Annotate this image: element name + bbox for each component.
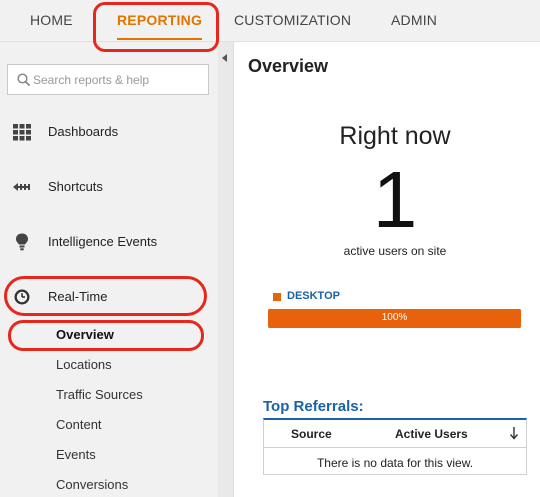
clock-icon [14, 289, 30, 305]
active-users-label: active users on site [343, 244, 447, 258]
sidebar-collapse-toggle[interactable] [218, 42, 234, 497]
sidebar-subitem-traffic-sources[interactable]: Traffic Sources [56, 387, 143, 402]
sidebar-item-label: Real-Time [48, 289, 108, 304]
tab-admin[interactable]: ADMIN [391, 0, 437, 42]
column-header-source[interactable]: Source [291, 427, 332, 441]
table-header: Source Active Users [264, 420, 526, 448]
sidebar-subitem-content[interactable]: Content [56, 417, 102, 432]
tab-home[interactable]: HOME [30, 0, 73, 42]
tab-customization[interactable]: CUSTOMIZATION [234, 0, 351, 42]
sidebar-subitem-events[interactable]: Events [56, 447, 96, 462]
search-input[interactable] [33, 65, 205, 94]
active-users-count: 1 [372, 155, 418, 244]
desktop-legend-swatch [273, 293, 281, 301]
sidebar-item-dashboards[interactable]: Dashboards [0, 112, 218, 152]
sidebar-item-label: Dashboards [48, 124, 119, 139]
top-referrals-title: Top Referrals: [263, 398, 364, 415]
top-referrals-table: Source Active Users There is no data for… [263, 418, 527, 475]
column-header-active-users[interactable]: Active Users [395, 427, 468, 441]
collapse-arrow-icon [222, 54, 227, 62]
sort-down-arrow-icon[interactable] [509, 426, 519, 440]
page-title: Overview [248, 56, 329, 76]
shortcut-arrow-icon [13, 183, 30, 191]
empty-table-message: There is no data for this view. [316, 456, 474, 470]
grid-icon [13, 124, 31, 141]
sidebar-subitem-overview[interactable]: Overview [56, 327, 114, 342]
sidebar-item-label: Intelligence Events [48, 234, 158, 249]
search-box [7, 64, 209, 95]
sidebar-item-intelligence-events[interactable]: Intelligence Events [0, 222, 218, 262]
sidebar-subitem-conversions[interactable]: Conversions [56, 477, 128, 492]
device-share-percent: 100% [381, 312, 408, 323]
sidebar [0, 42, 218, 497]
right-now-heading: Right now [339, 122, 451, 150]
tab-reporting[interactable]: REPORTING [117, 0, 203, 42]
sidebar-item-real-time[interactable]: Real-Time [0, 277, 218, 317]
device-share-bar: 100% [268, 309, 521, 328]
lightbulb-icon [16, 233, 28, 251]
sidebar-subitem-locations[interactable]: Locations [56, 357, 112, 372]
search-icon [17, 73, 31, 87]
sidebar-item-shortcuts[interactable]: Shortcuts [0, 167, 218, 207]
top-nav: HOME REPORTING CUSTOMIZATION ADMIN [0, 0, 540, 42]
sidebar-item-label: Shortcuts [48, 179, 103, 194]
desktop-legend-label[interactable]: DESKTOP [287, 290, 340, 302]
